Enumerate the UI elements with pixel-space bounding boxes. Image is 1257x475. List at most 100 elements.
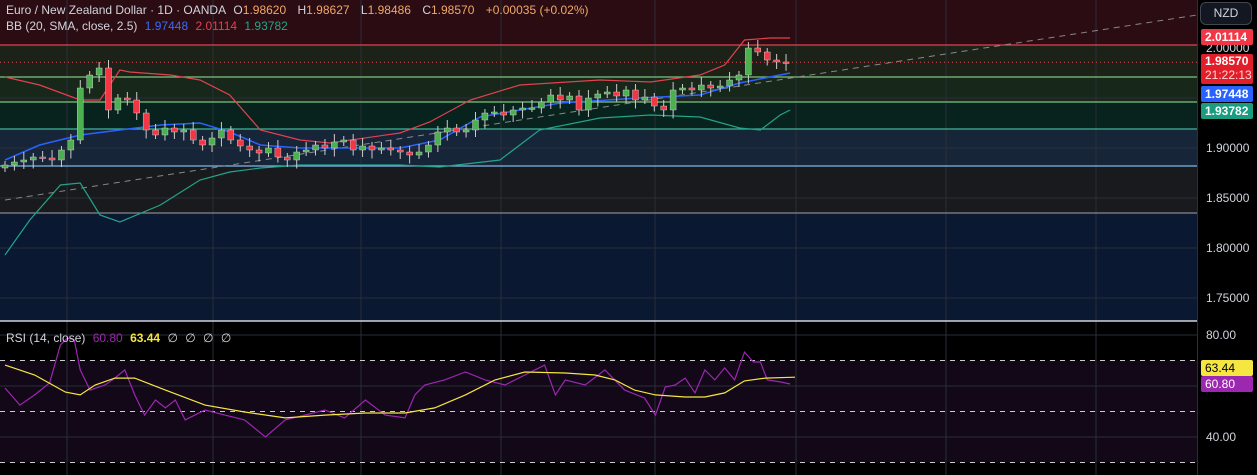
candle-body bbox=[660, 105, 667, 111]
candle-body bbox=[20, 159, 28, 163]
price-tick: 1.85000 bbox=[1206, 191, 1250, 205]
price-tick: 1.75000 bbox=[1206, 291, 1250, 305]
candle-body bbox=[152, 129, 159, 136]
candle-body bbox=[237, 139, 244, 147]
candle-body bbox=[368, 145, 376, 151]
candle-body bbox=[1, 164, 9, 169]
candle-body bbox=[556, 94, 564, 101]
rsi-ma-badge: 63.44 bbox=[1201, 360, 1253, 376]
price-tick: 1.80000 bbox=[1206, 241, 1250, 255]
candle-body bbox=[227, 129, 235, 141]
candle-body bbox=[669, 89, 677, 111]
candle-body bbox=[406, 151, 413, 156]
candle-body bbox=[566, 95, 573, 101]
candle-body bbox=[189, 129, 197, 141]
candle-body bbox=[274, 147, 282, 158]
candle-body bbox=[632, 89, 639, 101]
bb-legend[interactable]: BB (20, SMA, close, 2.5) 1.97448 2.01114… bbox=[6, 19, 292, 33]
price-chart[interactable] bbox=[0, 0, 1197, 475]
candle-body bbox=[707, 84, 714, 89]
candle-body bbox=[641, 96, 649, 101]
symbol-title[interactable]: Euro / New Zealand Dollar · 1D · OANDA bbox=[6, 3, 226, 17]
candle-body bbox=[77, 87, 84, 141]
candle-body bbox=[481, 112, 489, 121]
candle-body bbox=[453, 127, 460, 133]
bb-lower-value: 1.93782 bbox=[244, 19, 288, 33]
candle-body bbox=[500, 111, 507, 116]
candle-body bbox=[349, 139, 357, 151]
rsi-ma-value: 63.44 bbox=[130, 331, 161, 345]
candle-body bbox=[378, 147, 385, 151]
candle-body bbox=[547, 94, 554, 103]
candle-body bbox=[472, 119, 479, 131]
candle-body bbox=[67, 139, 75, 151]
candle-body bbox=[782, 61, 790, 64]
rsi-tick: 80.00 bbox=[1206, 328, 1237, 342]
bar-countdown: 21:22:13 bbox=[1205, 68, 1252, 82]
candle-body bbox=[764, 51, 771, 61]
rsi-extra: ∅ bbox=[220, 331, 232, 345]
candle-body bbox=[302, 149, 310, 153]
candle-body bbox=[30, 156, 37, 161]
candle-body bbox=[180, 129, 187, 133]
candle-body bbox=[585, 97, 592, 111]
candle-body bbox=[142, 112, 150, 131]
candle-body bbox=[444, 127, 451, 133]
candle-body bbox=[754, 47, 761, 53]
candle-body bbox=[133, 99, 140, 114]
candle-body bbox=[679, 87, 686, 91]
candle-body bbox=[48, 157, 56, 161]
candle-body bbox=[359, 145, 366, 151]
price-badge: 1.98570 21:22:13 bbox=[1201, 54, 1253, 84]
candle-body bbox=[39, 156, 46, 159]
candle-body bbox=[773, 59, 780, 63]
background-zone bbox=[0, 102, 1197, 129]
candle-body bbox=[246, 145, 253, 151]
candle-body bbox=[415, 151, 423, 156]
bb-label: BB (20, SMA, close, 2.5) bbox=[6, 19, 138, 33]
price-tick: 1.90000 bbox=[1206, 141, 1250, 155]
candle-body bbox=[726, 79, 733, 87]
candle-body bbox=[199, 139, 206, 146]
candle-body bbox=[161, 127, 169, 136]
candle-body bbox=[688, 87, 696, 91]
rsi-legend[interactable]: RSI (14, close) 60.80 63.44 ∅ ∅ ∅ ∅ bbox=[6, 331, 235, 345]
rsi-extra: ∅ bbox=[185, 331, 196, 345]
candle-body bbox=[745, 47, 752, 76]
bb-upper-value: 2.01114 bbox=[195, 19, 238, 33]
candle-body bbox=[575, 95, 583, 111]
candle-body bbox=[340, 139, 347, 143]
candle-body bbox=[622, 89, 630, 97]
candle-body bbox=[312, 144, 319, 151]
bb-upper-badge: 2.01114 bbox=[1201, 29, 1253, 45]
candle-body bbox=[95, 67, 103, 76]
candle-body bbox=[594, 93, 602, 99]
change-value: +0.00035 (+0.02%) bbox=[485, 3, 589, 17]
currency-button[interactable]: NZD bbox=[1200, 2, 1252, 25]
candle-body bbox=[698, 84, 705, 91]
candle-body bbox=[171, 127, 178, 133]
symbol-legend: Euro / New Zealand Dollar · 1D · OANDA O… bbox=[6, 3, 589, 17]
candle-body bbox=[519, 107, 526, 111]
bb-lower-badge: 1.93782 bbox=[1201, 103, 1253, 119]
candle-body bbox=[528, 107, 536, 110]
candle-body bbox=[735, 74, 743, 81]
candle-body bbox=[651, 96, 658, 107]
candle-body bbox=[434, 131, 442, 146]
price-axis[interactable]: 2.00000 1.90000 1.85000 1.80000 1.75000 … bbox=[1197, 0, 1257, 475]
candle-body bbox=[105, 67, 112, 111]
candle-body bbox=[124, 97, 131, 101]
bb-basis-badge: 1.97448 bbox=[1201, 86, 1253, 102]
candle-body bbox=[218, 129, 225, 139]
candle-body bbox=[58, 149, 65, 161]
candle-body bbox=[114, 97, 122, 111]
candle-body bbox=[538, 101, 545, 109]
background-zone bbox=[0, 213, 1197, 321]
candle-body bbox=[613, 91, 620, 97]
candle-body bbox=[462, 129, 470, 133]
candle-body bbox=[425, 144, 432, 153]
candle-body bbox=[387, 147, 395, 151]
rsi-label: RSI (14, close) bbox=[6, 331, 86, 345]
rsi-value: 60.80 bbox=[92, 331, 123, 345]
candle-body bbox=[716, 85, 724, 89]
